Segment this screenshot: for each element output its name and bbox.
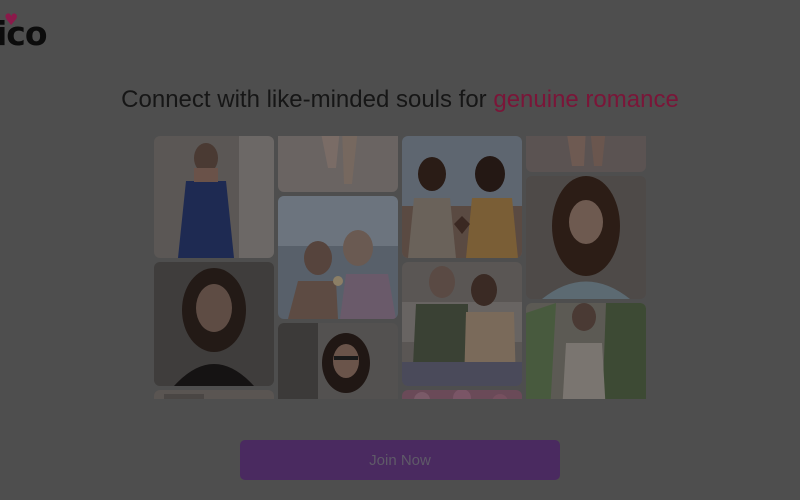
photo-brunette-portrait	[154, 262, 274, 386]
photo-gallery	[154, 136, 646, 399]
heart-icon: ♥	[4, 10, 18, 29]
photo-flowers-photo	[402, 390, 522, 399]
photo-palm-woman	[526, 303, 646, 399]
photo-cropped-top	[526, 136, 646, 172]
photo-heart-hands-couple	[402, 136, 522, 258]
headline-text: Connect with like-minded souls for	[121, 86, 494, 113]
photo-blue-dress-woman	[154, 136, 274, 258]
join-now-button[interactable]: Join Now	[240, 440, 560, 480]
photo-legs-cropped	[278, 136, 398, 192]
photo-long-hair-woman	[526, 176, 646, 299]
photo-glasses-woman	[278, 323, 398, 399]
photo-sparkler-couple	[278, 196, 398, 319]
photo-couch-couple	[402, 262, 522, 386]
site-logo[interactable]: ♥ ico	[0, 10, 48, 53]
headline-accent: genuine romance	[493, 86, 679, 113]
photo-partial-photo	[154, 390, 274, 399]
page-headline: Connect with like-minded souls for genui…	[0, 86, 800, 114]
